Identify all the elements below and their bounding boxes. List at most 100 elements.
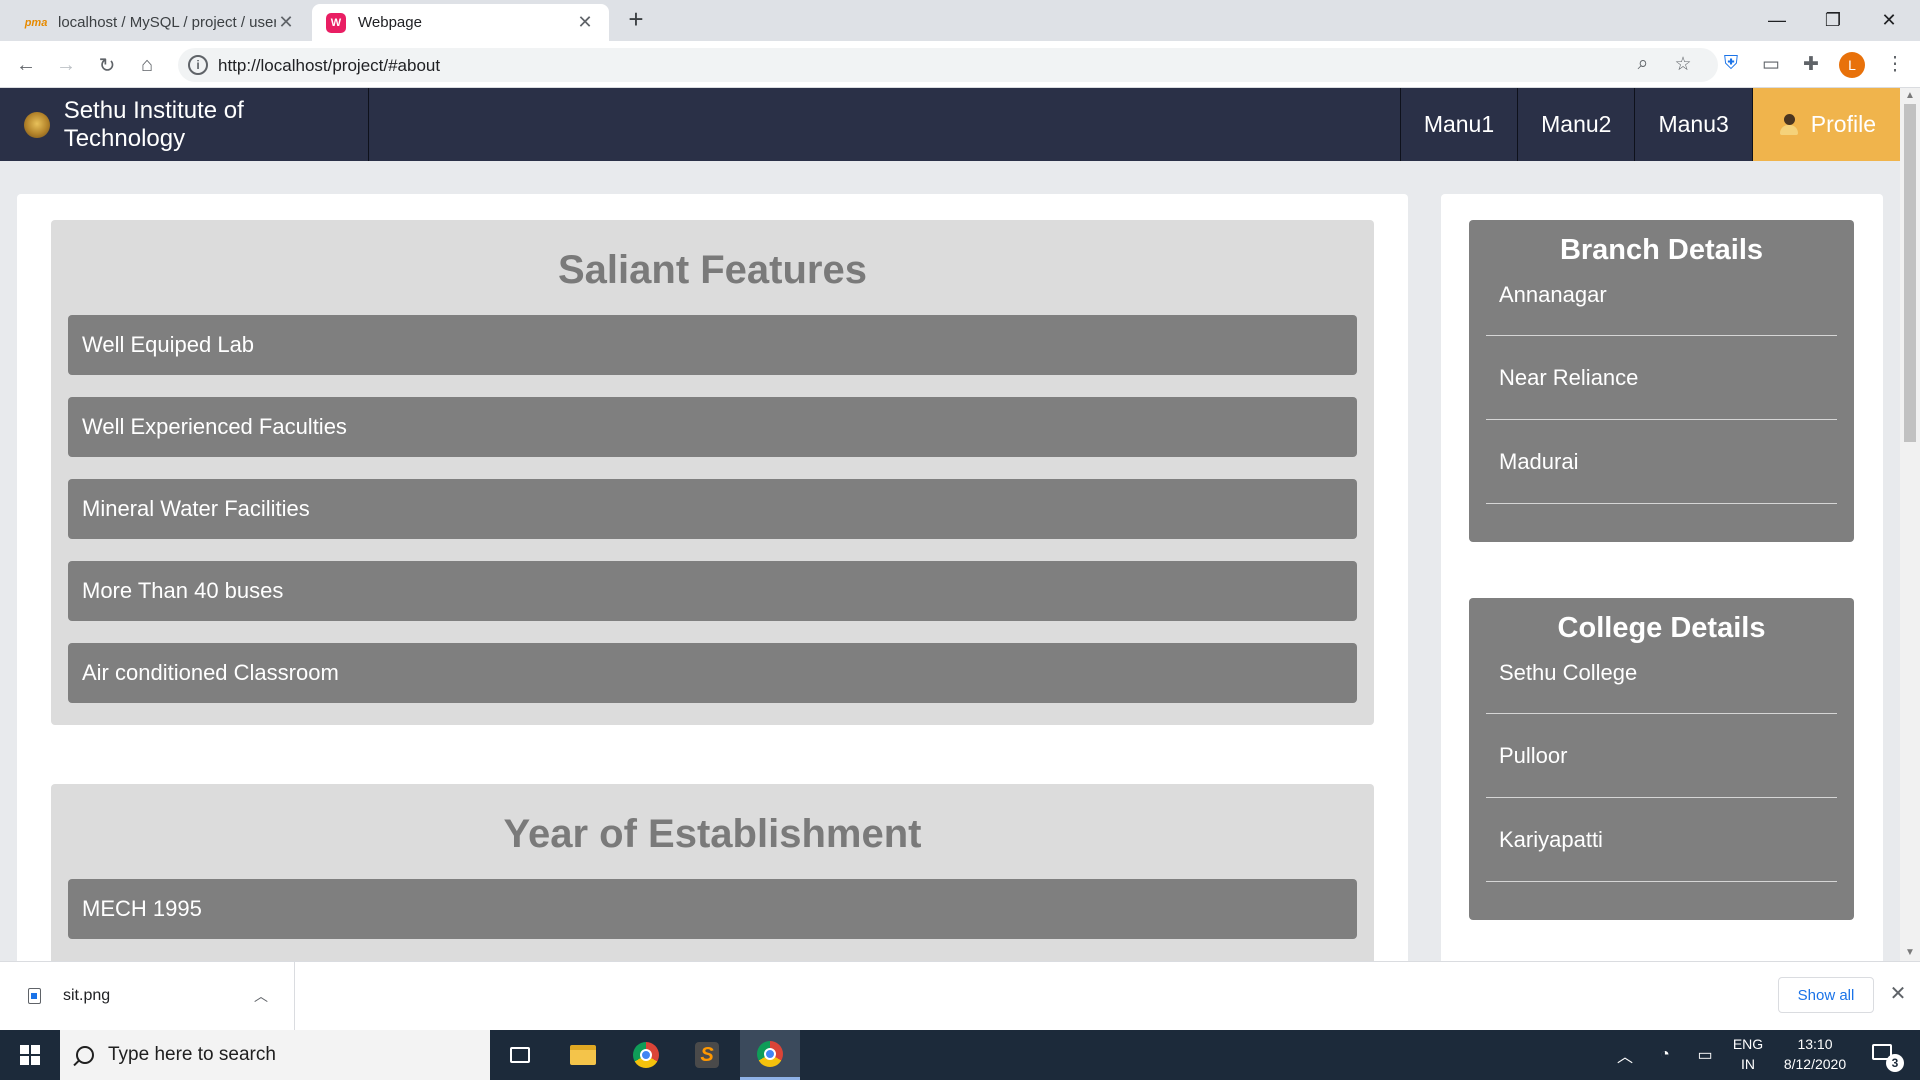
feature-item: Mineral Water Facilities [68, 479, 1357, 539]
chrome-active-button[interactable] [740, 1030, 800, 1080]
chrome-button[interactable] [616, 1030, 676, 1080]
battery-icon[interactable]: ▭ [1690, 1030, 1720, 1080]
site-navbar: Sethu Institute of Technology Manu1 Manu… [0, 88, 1900, 161]
user-icon [1779, 113, 1799, 136]
scroll-up-icon[interactable]: ▲ [1900, 88, 1920, 104]
menu-dots-icon[interactable]: ⋮ [1880, 49, 1910, 79]
feature-item: Well Experienced Faculties [68, 397, 1357, 457]
nav-manu1[interactable]: Manu1 [1399, 88, 1517, 161]
nav-links: Manu1 Manu2 Manu3 Profile [1399, 88, 1900, 161]
branch-item: Annanagar [1486, 278, 1837, 336]
close-icon[interactable]: ✕ [575, 12, 595, 33]
downloads-bar: sit.png ︿ Show all ✕ [0, 961, 1920, 1030]
chrome-icon [633, 1042, 659, 1068]
task-view-icon [510, 1047, 530, 1063]
nav-manu3[interactable]: Manu3 [1634, 88, 1751, 161]
windows-taskbar: Type here to search S ︿ ◔ ▭ ENG IN 13:10… [0, 1030, 1920, 1080]
feature-item: Well Equiped Lab [68, 315, 1357, 375]
tab-title: Webpage [358, 14, 422, 31]
address-bar[interactable]: i http://localhost/project/#about [178, 48, 1718, 82]
folder-icon [570, 1045, 596, 1065]
webpage-icon: W [326, 12, 346, 33]
clock-time: 13:10 [1797, 1036, 1833, 1052]
start-button[interactable] [0, 1030, 60, 1080]
nav-manu2[interactable]: Manu2 [1517, 88, 1634, 161]
tab-strip: pma localhost / MySQL / project / users … [0, 0, 1920, 41]
site-brand[interactable]: Sethu Institute of Technology [0, 88, 369, 161]
show-all-button[interactable]: Show all [1778, 977, 1874, 1013]
close-icon[interactable]: ✕ [276, 12, 296, 33]
notification-count: 3 [1886, 1054, 1904, 1072]
branch-item: Madurai [1486, 420, 1837, 504]
site-info-icon[interactable]: i [188, 55, 208, 75]
wifi-icon[interactable]: ◔ [1650, 1030, 1680, 1080]
clock-date: 8/12/2020 [1783, 1056, 1847, 1072]
college-item: Sethu College [1486, 656, 1837, 714]
branch-card: Branch Details Annanagar Near Reliance M… [1469, 220, 1854, 542]
windows-logo-icon [20, 1045, 40, 1065]
close-icon[interactable]: ✕ [1886, 982, 1910, 1006]
scroll-thumb[interactable] [1904, 104, 1916, 442]
language-indicator[interactable]: ENG IN [1728, 1034, 1768, 1074]
college-item: Kariyapatti [1486, 798, 1837, 882]
side-panel: Branch Details Annanagar Near Reliance M… [1441, 194, 1883, 961]
establishment-item: MECH 1995 [68, 879, 1357, 939]
chrome-icon [757, 1040, 783, 1067]
tab-webpage[interactable]: W Webpage ✕ [312, 4, 609, 41]
language-code: ENG [1732, 1036, 1764, 1052]
sublime-text-icon: S [695, 1042, 719, 1068]
file-explorer-button[interactable] [553, 1030, 613, 1080]
region-code: IN [1741, 1056, 1755, 1072]
main-panel: Saliant Features Well Equiped Lab Well E… [17, 194, 1408, 961]
chevron-up-icon[interactable]: ︿ [254, 986, 294, 1006]
search-placeholder: Type here to search [108, 1044, 276, 1065]
page-scrollbar[interactable]: ▲ ▼ [1900, 88, 1920, 961]
download-filename: sit.png [63, 987, 111, 1004]
browser-toolbar: ← → ↻ ⌂ i http://localhost/project/#abou… [0, 41, 1920, 88]
college-card: College Details Sethu College Pulloor Ka… [1469, 598, 1854, 920]
restore-icon[interactable]: ❐ [1810, 0, 1856, 40]
search-icon [76, 1046, 94, 1064]
back-icon[interactable]: ← [10, 49, 42, 81]
feature-item: More Than 40 buses [68, 561, 1357, 621]
profile-avatar[interactable]: L [1839, 52, 1865, 78]
scroll-down-icon[interactable]: ▼ [1900, 945, 1920, 961]
extensions-icon[interactable]: ✚ [1796, 49, 1826, 79]
home-icon[interactable]: ⌂ [131, 49, 163, 81]
shield-icon[interactable]: ⛨ [1716, 49, 1746, 79]
reload-icon[interactable]: ↻ [91, 49, 123, 81]
branch-title: Branch Details [1559, 234, 1764, 266]
college-logo-icon [24, 111, 50, 138]
tab-title: localhost / MySQL / project / users [58, 14, 276, 31]
forward-icon[interactable]: → [50, 49, 82, 81]
college-title: College Details [1557, 612, 1766, 644]
download-item[interactable]: sit.png ︿ [0, 962, 295, 1030]
taskbar-search[interactable]: Type here to search [60, 1030, 490, 1080]
tab-phpmyadmin[interactable]: pma localhost / MySQL / project / users … [12, 4, 310, 41]
brand-name: Sethu Institute of Technology [63, 96, 244, 152]
task-view-button[interactable] [490, 1030, 550, 1080]
minimize-icon[interactable]: — [1754, 0, 1800, 40]
url-text: http://localhost/project/#about [218, 56, 441, 75]
establishment-title: Year of Establishment [503, 812, 922, 856]
feature-item: Air conditioned Classroom [68, 643, 1357, 703]
features-card: Saliant Features Well Equiped Lab Well E… [51, 220, 1374, 725]
zoom-icon[interactable]: ⌕ [1628, 49, 1658, 79]
nav-profile[interactable]: Profile [1751, 88, 1900, 161]
bookmark-star-icon[interactable]: ☆ [1668, 49, 1698, 79]
establishment-card: Year of Establishment MECH 1995 [51, 784, 1374, 961]
image-file-icon [28, 988, 41, 1004]
college-item: Pulloor [1486, 714, 1837, 798]
branch-item: Near Reliance [1486, 336, 1837, 420]
new-tab-button[interactable]: + [622, 6, 650, 34]
close-window-icon[interactable]: ✕ [1866, 0, 1912, 40]
notification-center-button[interactable]: 3 [1868, 1038, 1904, 1072]
profile-label: Profile [1810, 111, 1876, 137]
phpmyadmin-icon: pma [24, 16, 48, 29]
chevron-up-icon[interactable]: ︿ [1610, 1030, 1640, 1080]
system-clock[interactable]: 13:10 8/12/2020 [1770, 1034, 1860, 1074]
page-viewport: Sethu Institute of Technology Manu1 Manu… [0, 88, 1900, 961]
screencast-icon[interactable]: ▭ [1756, 49, 1786, 79]
features-title: Saliant Features [557, 248, 867, 292]
sublime-text-button[interactable]: S [677, 1030, 737, 1080]
